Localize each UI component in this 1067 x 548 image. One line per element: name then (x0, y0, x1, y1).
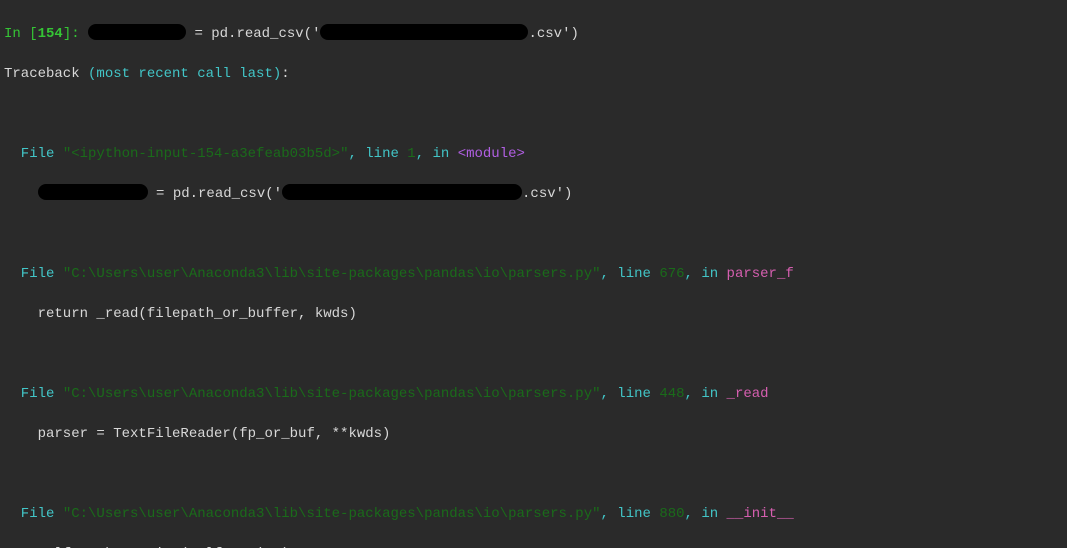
file-label: File (4, 506, 63, 522)
line-number: 448 (659, 386, 684, 402)
file-label: File (4, 146, 63, 162)
file-path: "C:\Users\user\Anaconda3\lib\site-packag… (63, 506, 601, 522)
frame-3-code: parser = TextFileReader(fp_or_buf, **kwd… (4, 424, 1063, 444)
line-number: 1 (407, 146, 415, 162)
file-path: "C:\Users\user\Anaconda3\lib\site-packag… (63, 386, 601, 402)
frame-1-header: File "<ipython-input-154-a3efeab03b5d>",… (4, 144, 1063, 164)
redacted-filename (282, 184, 522, 200)
in-label: , in (416, 146, 458, 162)
blank-line (4, 464, 1063, 484)
func-name: _read (727, 386, 769, 402)
line-label: , line (601, 386, 660, 402)
frame-3-header: File "C:\Users\user\Anaconda3\lib\site-p… (4, 384, 1063, 404)
input-line: In [154]: = pd.read_csv(' .csv') (4, 24, 1063, 44)
traceback-word: Traceback (4, 66, 88, 82)
file-label: File (4, 386, 63, 402)
redacted-filename (320, 24, 528, 40)
code-text: = pd.read_csv(' (148, 186, 282, 202)
in-label: , in (685, 506, 727, 522)
frame-1-code: = pd.read_csv(' .csv') (4, 184, 1063, 204)
func-name: __init__ (727, 506, 794, 522)
frame-4-header: File "C:\Users\user\Anaconda3\lib\site-p… (4, 504, 1063, 524)
line-number: 676 (659, 266, 684, 282)
terminal-output: In [154]: = pd.read_csv(' .csv') Tracebac… (0, 0, 1067, 548)
traceback-recent: (most recent call last) (88, 66, 281, 82)
frame-2-code: return _read(filepath_or_buffer, kwds) (4, 304, 1063, 324)
blank-line (4, 224, 1063, 244)
traceback-colon: : (281, 66, 289, 82)
line-label: , line (601, 266, 660, 282)
frame-2-header: File "C:\Users\user\Anaconda3\lib\site-p… (4, 264, 1063, 284)
code-csv-tail: .csv') (528, 26, 578, 42)
line-label: , line (348, 146, 407, 162)
file-quote: " (63, 146, 71, 162)
code-assign: = pd.read_csv(' (186, 26, 320, 42)
frame-4-code: self._make_engine(self.engine) (4, 544, 1063, 548)
prompt-in: In [ (4, 26, 38, 42)
file-path: <ipython-input-154-a3efeab03b5d> (71, 146, 340, 162)
in-label: , in (685, 386, 727, 402)
in-label: , in (685, 266, 727, 282)
func-name: parser_f (727, 266, 794, 282)
redacted-variable (38, 184, 148, 200)
line-label: , line (601, 506, 660, 522)
blank-line (4, 344, 1063, 364)
line-number: 880 (659, 506, 684, 522)
code-text: .csv') (522, 186, 572, 202)
blank-line (4, 104, 1063, 124)
code-text: parser = TextFileReader(fp_or_buf, **kwd… (4, 426, 390, 442)
prompt-close: ]: (63, 26, 88, 42)
traceback-header: Traceback (most recent call last): (4, 64, 1063, 84)
prompt-number: 154 (38, 26, 63, 42)
file-path: "C:\Users\user\Anaconda3\lib\site-packag… (63, 266, 601, 282)
func-name: <module> (458, 146, 525, 162)
code-text: return _read(filepath_or_buffer, kwds) (4, 306, 357, 322)
file-label: File (4, 266, 63, 282)
redacted-variable (88, 24, 186, 40)
